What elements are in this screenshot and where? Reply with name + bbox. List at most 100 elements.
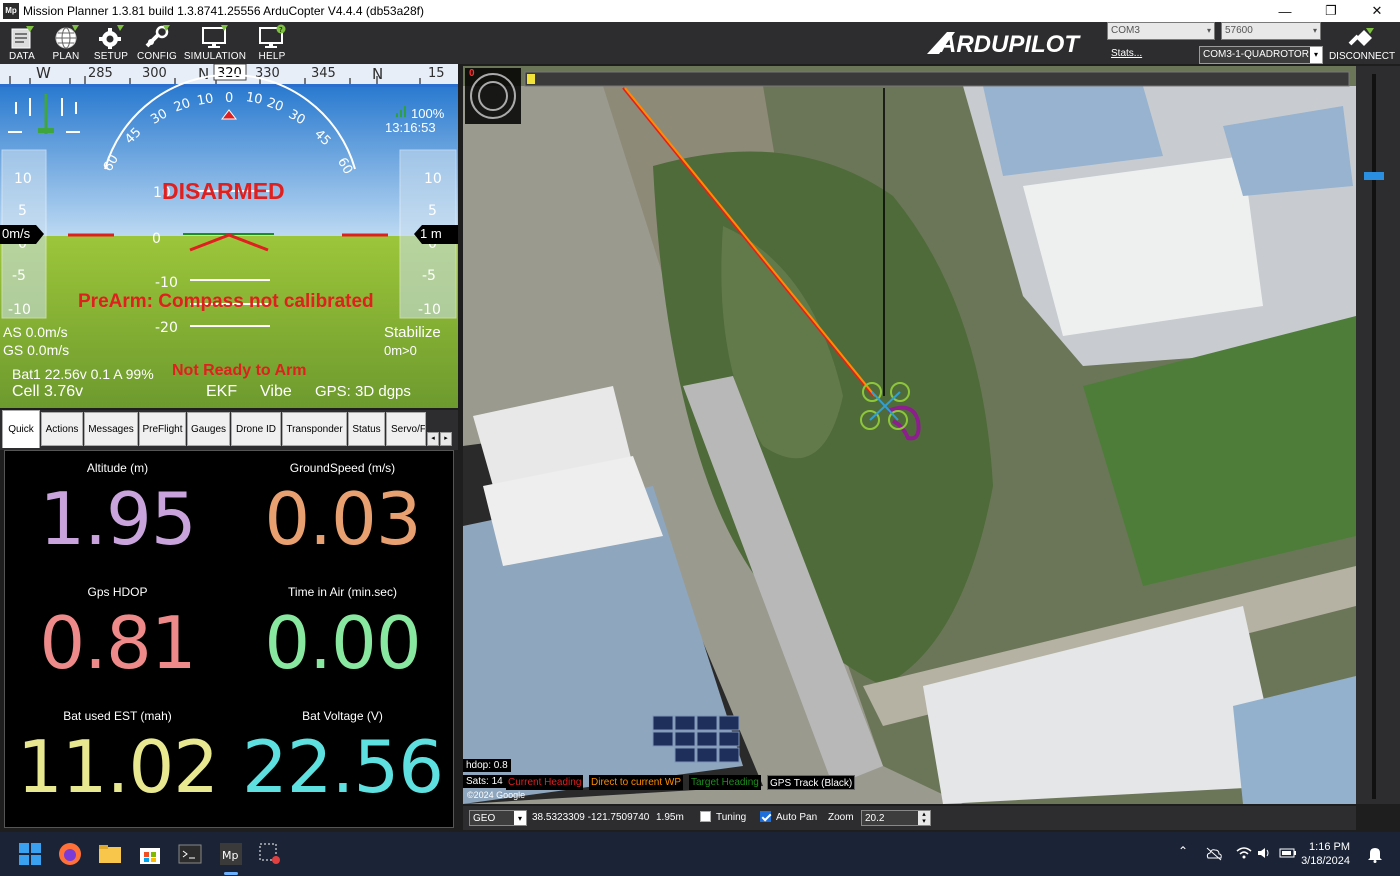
baud-value: 57600 bbox=[1225, 25, 1253, 36]
pitch-label: -20 bbox=[155, 320, 178, 336]
logo-text: ARDUPILOT bbox=[938, 31, 1081, 58]
setup-button[interactable]: SETUP bbox=[93, 24, 129, 62]
zoom-slider[interactable] bbox=[1356, 66, 1400, 804]
data-icon bbox=[11, 26, 34, 49]
quick-bat-used[interactable]: Bat used EST (mah) 11.02 bbox=[5, 699, 230, 823]
file-explorer-icon[interactable] bbox=[98, 842, 122, 866]
sats-readout: Sats: 14 bbox=[463, 775, 506, 788]
minimize-button[interactable]: — bbox=[1262, 0, 1308, 22]
zoom-stepper[interactable]: 20.2 ▴ ▾ bbox=[861, 810, 931, 826]
flight-mode: Stabilize bbox=[384, 324, 441, 341]
zoom-value: 20.2 bbox=[865, 813, 885, 824]
setup-label: SETUP bbox=[93, 51, 129, 62]
start-icon[interactable] bbox=[18, 842, 42, 866]
port-select[interactable]: COM3 ▾ bbox=[1107, 22, 1215, 40]
speed-readout: 0m/s bbox=[2, 226, 31, 241]
tab-actions[interactable]: Actions bbox=[41, 412, 83, 446]
roll-label: 10 bbox=[245, 90, 264, 108]
hud-time: 13:16:53 bbox=[385, 120, 436, 135]
simulation-button[interactable]: SIMULATION bbox=[184, 24, 246, 62]
data-button[interactable]: DATA bbox=[5, 24, 39, 62]
simulation-label: SIMULATION bbox=[183, 51, 247, 62]
terminal-icon[interactable] bbox=[178, 842, 202, 866]
checkbox-icon bbox=[700, 811, 711, 822]
tab-gauges[interactable]: Gauges bbox=[187, 412, 230, 446]
checkbox-checked-icon bbox=[760, 811, 771, 822]
legend-target-heading: Target Heading bbox=[689, 775, 761, 790]
disconnect-button[interactable]: DISCONNECT bbox=[1326, 24, 1398, 64]
link-value: COM3-1-QUADROTOR bbox=[1203, 49, 1309, 60]
tab-messages[interactable]: Messages bbox=[84, 412, 138, 446]
speed-tick: -10 bbox=[8, 302, 31, 318]
autopan-checkbox[interactable]: Auto Pan bbox=[760, 810, 817, 826]
quick-value: 1.95 bbox=[39, 477, 196, 561]
stats-link[interactable]: Stats... bbox=[1111, 48, 1142, 59]
tab-transponder[interactable]: Transponder bbox=[282, 412, 347, 446]
vibe-status[interactable]: Vibe bbox=[260, 383, 292, 401]
quick-value: 11.02 bbox=[16, 725, 219, 809]
heading-label: N bbox=[372, 65, 383, 83]
quick-bat-voltage[interactable]: Bat Voltage (V) 22.56 bbox=[230, 699, 455, 823]
wifi-icon[interactable] bbox=[1236, 846, 1252, 860]
quick-gps-hdop[interactable]: Gps HDOP 0.81 bbox=[5, 575, 230, 699]
zoom-label: Zoom bbox=[828, 812, 854, 823]
map-view[interactable]: 0 hdop: 0.8 Sats: 14 ©2024 Google bbox=[463, 66, 1356, 804]
mission-planner-window: Mp Mission Planner 1.3.81 build 1.3.8741… bbox=[0, 0, 1400, 876]
chevron-up-icon[interactable]: ⌃ bbox=[1178, 844, 1188, 858]
tab-scroll-left[interactable]: ◂ bbox=[427, 432, 439, 446]
config-button[interactable]: CONFIG bbox=[137, 24, 177, 62]
heading-label: 285 bbox=[88, 66, 113, 81]
main-toolbar: DATA PLAN SETUP CONFIG SIMULATION ? HELP… bbox=[0, 22, 1400, 64]
baud-select[interactable]: 57600 ▾ bbox=[1221, 22, 1321, 40]
tab-preflight[interactable]: PreFlight bbox=[139, 412, 186, 446]
legend-direct-to-wp: Direct to current WP bbox=[589, 775, 684, 790]
quick-label: Gps HDOP bbox=[87, 585, 148, 599]
ekf-status[interactable]: EKF bbox=[206, 383, 237, 401]
tab-quick[interactable]: Quick bbox=[2, 410, 40, 448]
quick-value: 0.81 bbox=[39, 601, 196, 685]
tab-scroll-right[interactable]: ▸ bbox=[440, 432, 452, 446]
quick-time-in-air[interactable]: Time in Air (min.sec) 0.00 bbox=[230, 575, 455, 699]
alt-tick: -5 bbox=[422, 268, 436, 284]
zoom-thumb[interactable] bbox=[1364, 172, 1384, 180]
store-icon[interactable] bbox=[138, 842, 162, 866]
snipping-tool-icon[interactable] bbox=[258, 842, 282, 866]
volume-icon[interactable] bbox=[1256, 846, 1272, 860]
mission-planner-taskbar-icon[interactable]: Mp bbox=[219, 842, 243, 866]
clock-time: 1:16 PM bbox=[1309, 841, 1350, 853]
tab-servo[interactable]: Servo/F bbox=[386, 412, 426, 446]
quick-altitude[interactable]: Altitude (m) 1.95 bbox=[5, 451, 230, 575]
firefox-icon[interactable] bbox=[58, 842, 82, 866]
map-copyright: ©2024 Google bbox=[467, 790, 526, 800]
coord-type-value: GEO bbox=[473, 813, 496, 824]
tab-status[interactable]: Status bbox=[348, 412, 385, 446]
prearm-message: PreArm: Compass not calibrated bbox=[78, 291, 374, 312]
chevron-down-icon: ▾ bbox=[1312, 26, 1317, 35]
quick-groundspeed[interactable]: GroundSpeed (m/s) 0.03 bbox=[230, 451, 455, 575]
close-button[interactable]: ✕ bbox=[1354, 0, 1400, 22]
battery-icon[interactable] bbox=[1279, 847, 1297, 859]
heading-label: 300 bbox=[142, 66, 167, 81]
map-status-bar: GEO ▾ 38.5323309 -121.7509740 1.95m Tuni… bbox=[463, 806, 1356, 830]
tuning-checkbox[interactable]: Tuning bbox=[700, 810, 746, 826]
taskbar: Mp ⌃ 1:16 PM 3/18/2024 bbox=[0, 832, 1400, 876]
legend-gps-track: GPS Track (Black) bbox=[767, 775, 856, 790]
link-select[interactable]: COM3-1-QUADROTOR ▾ bbox=[1199, 46, 1323, 64]
plan-label: PLAN bbox=[52, 51, 80, 62]
heading-label: W bbox=[36, 64, 51, 82]
maximize-button[interactable]: ❐ bbox=[1308, 0, 1354, 22]
notification-bell-icon[interactable] bbox=[1367, 845, 1383, 863]
cloud-offline-icon[interactable] bbox=[1205, 846, 1223, 862]
system-clock[interactable]: 1:16 PM 3/18/2024 bbox=[1301, 840, 1350, 868]
tab-drone-id[interactable]: Drone ID bbox=[231, 412, 281, 446]
speed-tick: -5 bbox=[12, 268, 26, 284]
coord-type-select[interactable]: GEO ▾ bbox=[469, 810, 527, 826]
port-value: COM3 bbox=[1111, 25, 1140, 36]
data-label: DATA bbox=[9, 51, 35, 62]
quick-label: Bat used EST (mah) bbox=[63, 709, 172, 723]
link-quality: 100% bbox=[411, 106, 445, 121]
help-button[interactable]: ? HELP bbox=[254, 24, 290, 62]
speed-tick: 10 bbox=[14, 171, 32, 187]
plan-button[interactable]: PLAN bbox=[49, 24, 83, 62]
disconnect-label: DISCONNECT bbox=[1328, 51, 1396, 62]
